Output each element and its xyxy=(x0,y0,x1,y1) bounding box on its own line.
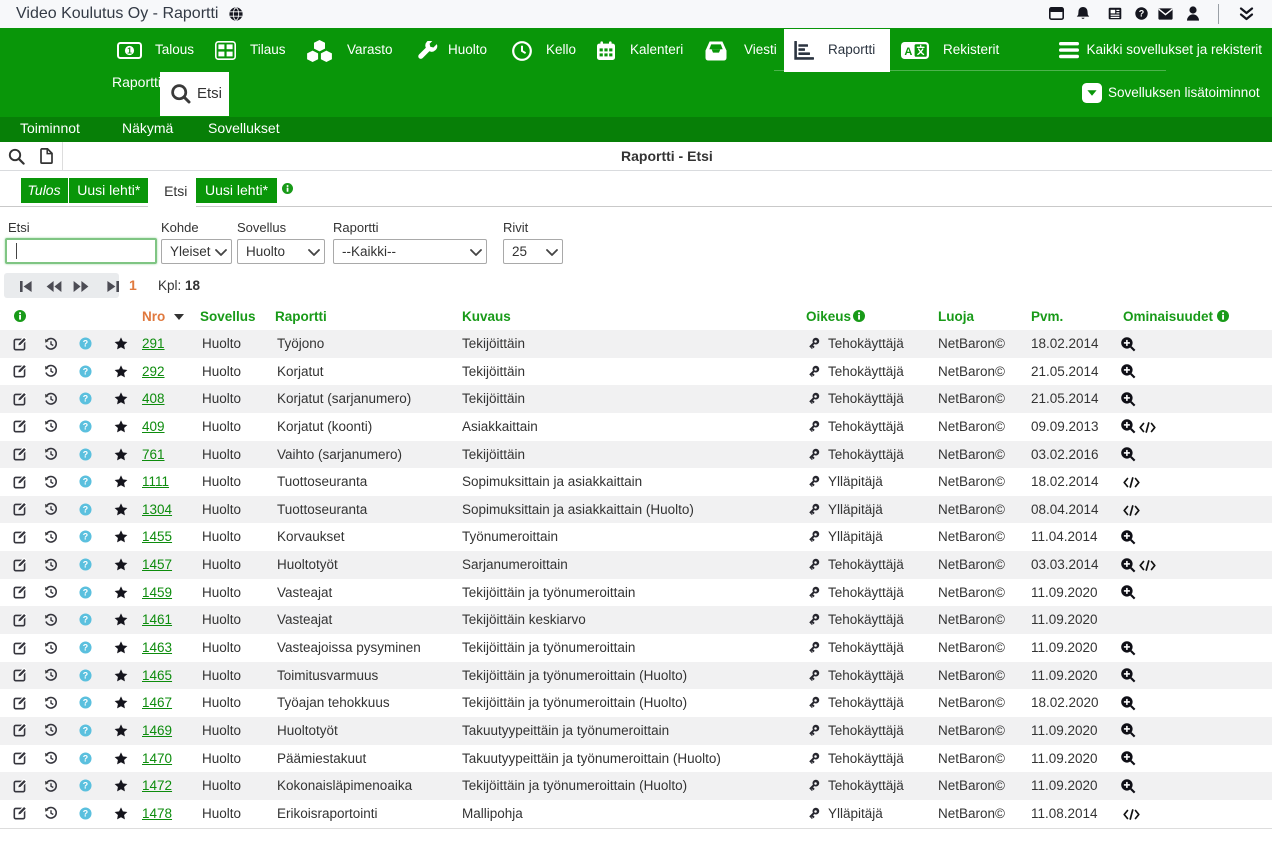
svg-text:?: ? xyxy=(1139,9,1145,19)
svg-text:A: A xyxy=(904,46,912,58)
svg-text:1: 1 xyxy=(127,46,132,56)
